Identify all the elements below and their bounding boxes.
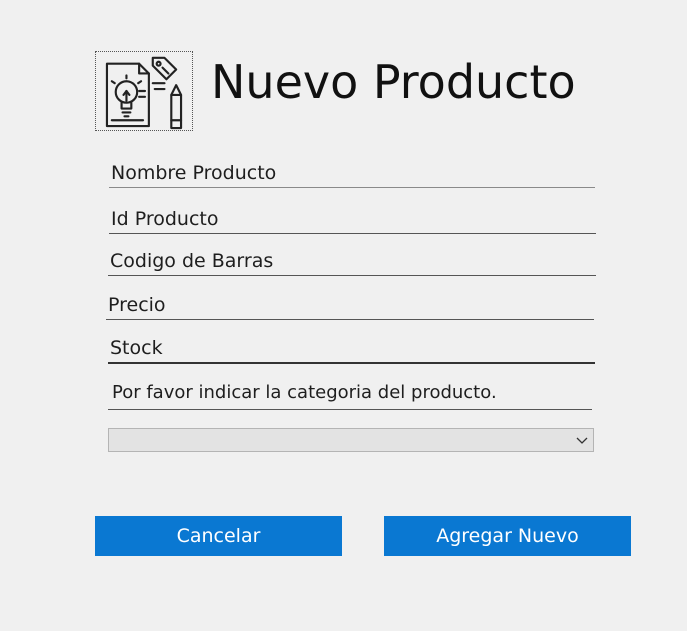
codigo-barras-field[interactable] bbox=[108, 246, 596, 276]
codigo-barras-input[interactable] bbox=[108, 246, 596, 275]
product-idea-icon bbox=[105, 56, 183, 130]
stock-input[interactable] bbox=[108, 334, 595, 362]
add-new-button[interactable]: Agregar Nuevo bbox=[384, 516, 631, 556]
categoria-select[interactable] bbox=[108, 428, 594, 452]
cancel-button[interactable]: Cancelar bbox=[95, 516, 342, 556]
page-title: Nuevo Producto bbox=[211, 55, 576, 109]
product-logo bbox=[95, 51, 193, 131]
id-producto-field[interactable] bbox=[109, 204, 596, 234]
chevron-down-icon bbox=[576, 437, 588, 444]
id-producto-input[interactable] bbox=[109, 204, 596, 233]
precio-input[interactable] bbox=[106, 290, 594, 319]
stock-field[interactable] bbox=[108, 334, 595, 364]
nombre-producto-field[interactable] bbox=[109, 158, 595, 188]
precio-field[interactable] bbox=[106, 290, 594, 320]
nombre-producto-input[interactable] bbox=[109, 158, 595, 187]
categoria-prompt: Por favor indicar la categoria del produ… bbox=[108, 379, 592, 410]
